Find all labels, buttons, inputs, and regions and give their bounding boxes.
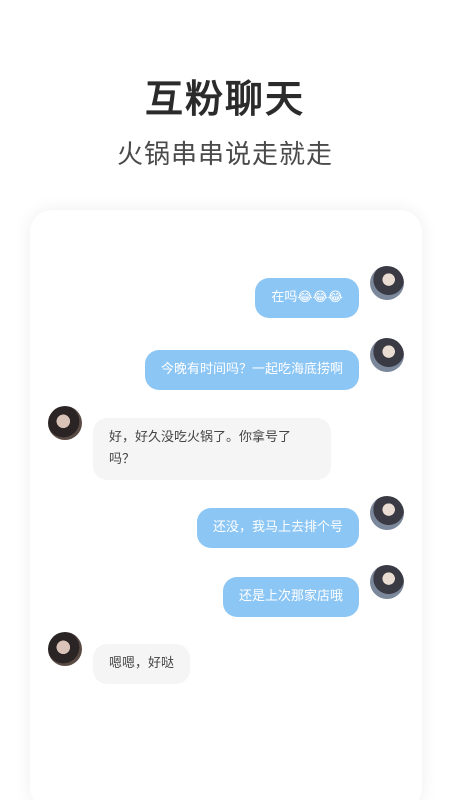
chat-message-incoming[interactable]: 嗯嗯，好哒 bbox=[93, 644, 191, 684]
chat-card: 在吗😂😂😂 今晚有时间吗？一起吃海底捞啊 好，好久没吃火锅了。你拿号了吗？ 还没… bbox=[30, 210, 422, 800]
sender-avatar[interactable] bbox=[370, 565, 404, 599]
chat-message-outgoing[interactable]: 还没，我马上去排个号 bbox=[196, 508, 359, 548]
sender-avatar[interactable] bbox=[370, 496, 404, 530]
chat-message-outgoing[interactable]: 今晚有时间吗？一起吃海底捞啊 bbox=[144, 350, 359, 390]
chat-message-outgoing[interactable]: 还是上次那家店哦 bbox=[222, 577, 359, 617]
receiver-avatar[interactable] bbox=[48, 632, 82, 666]
chat-message-incoming[interactable]: 好，好久没吃火锅了。你拿号了吗？ bbox=[93, 418, 331, 480]
headline: 互粉聊天 bbox=[144, 77, 305, 121]
receiver-avatar[interactable] bbox=[48, 406, 82, 440]
sender-avatar[interactable] bbox=[370, 338, 404, 372]
app-screen: 互粉聊天 火锅串串说走就走 在吗😂😂😂 今晚有时间吗？一起吃海底捞啊 好，好久没… bbox=[0, 0, 450, 800]
chat-message-outgoing[interactable]: 在吗😂😂😂 bbox=[255, 278, 359, 318]
sender-avatar[interactable] bbox=[370, 266, 404, 300]
subline: 火锅串串说走就走 bbox=[116, 140, 333, 170]
